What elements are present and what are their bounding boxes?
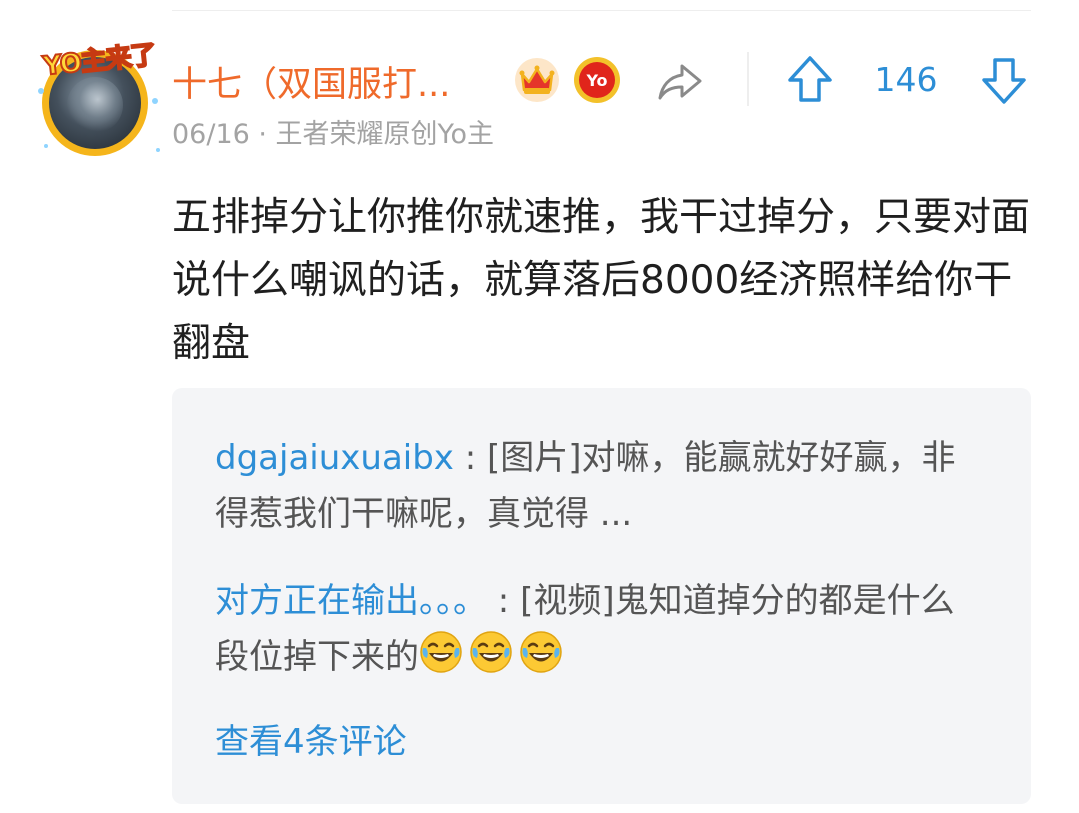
- sparkle-icon: [38, 88, 44, 94]
- sparkle-icon: [156, 148, 160, 152]
- comment-meta: 06/16 · 王者荣耀原创Yo主: [172, 119, 494, 150]
- laugh-cry-icon: [470, 631, 512, 673]
- yo-creator-badge: YO主来了: [34, 36, 164, 83]
- reply-author[interactable]: 对方正在输出。。。: [215, 581, 487, 621]
- crown-icon: [515, 58, 559, 102]
- yo-badge-text: Yo: [579, 62, 615, 98]
- vertical-divider: [747, 52, 749, 106]
- downvote-icon[interactable]: [980, 54, 1028, 106]
- reply-separator: :: [487, 581, 521, 621]
- username[interactable]: 十七（双国服打...: [172, 56, 450, 107]
- sparkle-icon: [44, 144, 48, 148]
- reply-item[interactable]: 对方正在输出。。。 : [视频]鬼知道掉分的都是什么段位掉下来的: [215, 573, 975, 685]
- reply-item[interactable]: dgajaiuxuaibx : [图片]对嘛，能赢就好好赢，非得惹我们干嘛呢，真…: [215, 430, 975, 542]
- avatar[interactable]: YO主来了: [34, 36, 164, 160]
- comment-text: 五排掉分让你推你就速推，我干过掉分，只要对面说什么嘲讽的话，就算落后8000经济…: [172, 195, 1031, 366]
- vote-count: 146: [874, 60, 938, 99]
- top-divider: [172, 10, 1031, 11]
- reply-separator: :: [453, 438, 488, 478]
- upvote-icon[interactable]: [786, 54, 834, 106]
- reply-author[interactable]: dgajaiuxuaibx: [215, 438, 454, 478]
- share-icon[interactable]: [656, 60, 704, 104]
- view-more-replies-link[interactable]: 查看4条评论: [215, 714, 407, 763]
- sparkle-icon: [152, 98, 158, 104]
- laugh-cry-icon: [420, 631, 462, 673]
- yo-badge-label: YO主来了: [40, 39, 158, 83]
- yo-badge-icon: Yo: [574, 57, 620, 103]
- comment-page: YO主来了 十七（双国服打... Yo 146 06/16 · 王者荣耀原创Yo…: [0, 0, 1079, 813]
- laugh-cry-icon: [520, 631, 562, 673]
